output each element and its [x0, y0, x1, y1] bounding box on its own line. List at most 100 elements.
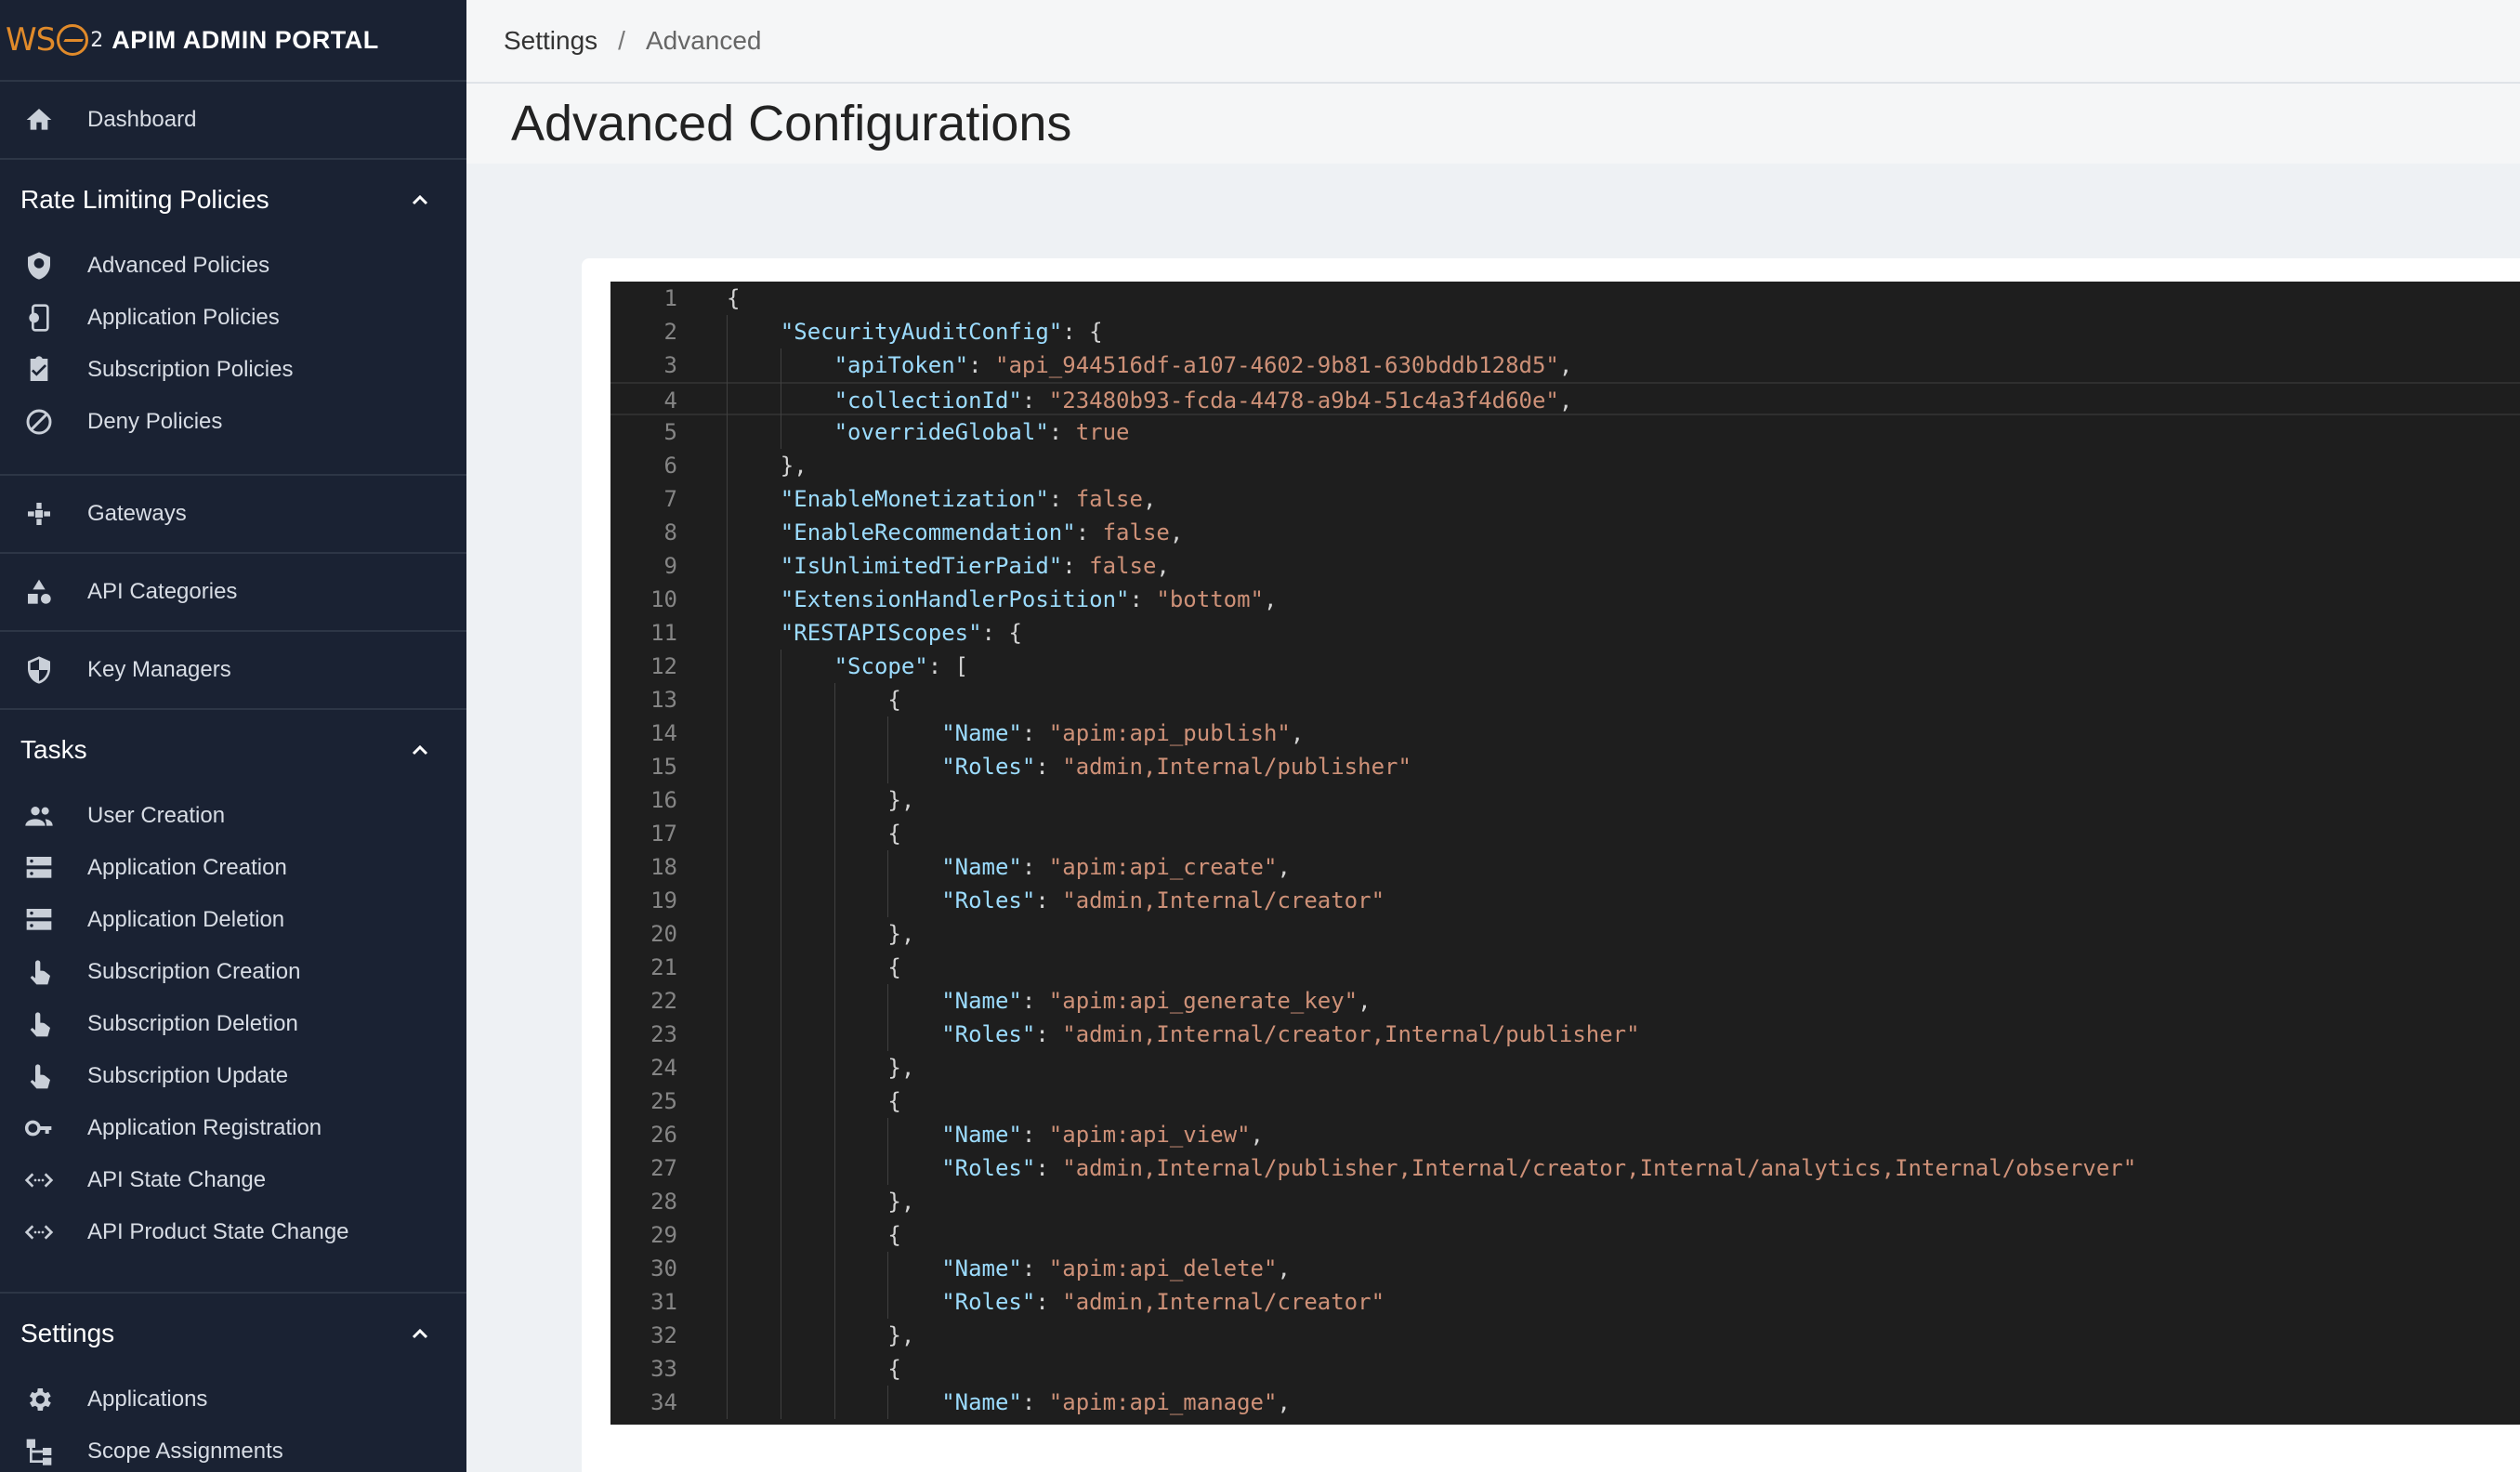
sidebar-item-scope-assignments[interactable]: Scope Assignments [0, 1426, 466, 1472]
touch-icon [20, 953, 58, 991]
code-line: 12 "Scope": [ [610, 650, 2520, 683]
block-icon [20, 403, 58, 440]
sidebar-item-subscription-policies[interactable]: Subscription Policies [0, 344, 466, 396]
code-line: 15 "Roles": "admin,Internal/publisher" [610, 750, 2520, 783]
code-line: 27 "Roles": "admin,Internal/publisher,In… [610, 1151, 2520, 1185]
code-arrows-icon [20, 1162, 58, 1199]
line-number: 18 [650, 854, 677, 880]
touch-icon [20, 1005, 58, 1043]
section-settings[interactable]: Settings [0, 1294, 466, 1373]
code-line: 9 "IsUnlimitedTierPaid": false, [610, 549, 2520, 583]
line-number: 4 [663, 388, 677, 414]
sidebar-item-application-registration[interactable]: Application Registration [0, 1102, 466, 1154]
line-number: 14 [650, 720, 677, 746]
line-number: 6 [663, 453, 677, 479]
code-arrows-icon [20, 1214, 58, 1251]
line-number: 29 [650, 1222, 677, 1248]
code-text: "EnableMonetization": false, [780, 486, 1157, 512]
sidebar-item-label: Subscription Deletion [87, 1011, 298, 1036]
sidebar-item-applications[interactable]: Applications [0, 1373, 466, 1426]
code-text: { [887, 1222, 901, 1248]
code-line: 13 { [610, 683, 2520, 716]
sidebar-item-gateways[interactable]: Gateways [0, 476, 466, 554]
code-text: "Name": "apim:api_create", [941, 854, 1291, 880]
code-line: 7 "EnableMonetization": false, [610, 482, 2520, 516]
sidebar-item-dashboard[interactable]: Dashboard [0, 82, 466, 160]
line-number: 24 [650, 1055, 677, 1081]
line-number: 3 [663, 352, 677, 378]
code-line: 10 "ExtensionHandlerPosition": "bottom", [610, 583, 2520, 616]
sidebar-item-api-categories[interactable]: API Categories [0, 554, 466, 632]
title-bar: Advanced Configurations [466, 84, 2520, 164]
sidebar-item-label: Applications [87, 1387, 208, 1412]
shield-key-icon [20, 651, 58, 689]
sidebar-item-api-state-change[interactable]: API State Change [0, 1154, 466, 1206]
line-number: 28 [650, 1189, 677, 1215]
code-line: 1{ [610, 282, 2520, 315]
section-tasks[interactable]: Tasks [0, 710, 466, 790]
code-text: }, [887, 787, 915, 813]
code-line: 11 "RESTAPIScopes": { [610, 616, 2520, 650]
sidebar-item-application-creation[interactable]: Application Creation [0, 842, 466, 894]
code-text: "Name": "apim:api_publish", [941, 720, 1305, 746]
line-number: 31 [650, 1289, 677, 1315]
line-number: 19 [650, 887, 677, 913]
code-line: 14 "Name": "apim:api_publish", [610, 716, 2520, 750]
sidebar-item-label: Subscription Creation [87, 959, 301, 984]
code-text: "Roles": "admin,Internal/publisher" [941, 754, 1411, 780]
sidebar-item-subscription-creation[interactable]: Subscription Creation [0, 946, 466, 998]
sidebar-item-subscription-deletion[interactable]: Subscription Deletion [0, 998, 466, 1050]
line-number: 11 [650, 620, 677, 646]
code-line: 25 { [610, 1084, 2520, 1118]
code-line: 22 "Name": "apim:api_generate_key", [610, 984, 2520, 1018]
line-number: 21 [650, 954, 677, 980]
section-rate-limiting-policies[interactable]: Rate Limiting Policies [0, 160, 466, 240]
code-line: 17 { [610, 817, 2520, 850]
code-line: 6 }, [610, 449, 2520, 482]
clipboard-check-icon [20, 351, 58, 388]
indent-guide [887, 984, 889, 1051]
sidebar-item-subscription-update[interactable]: Subscription Update [0, 1050, 466, 1102]
brand[interactable]: WS 2 APIM ADMIN PORTAL [0, 0, 466, 82]
code-text: "Name": "apim:api_manage", [941, 1389, 1291, 1415]
sidebar-item-label: Application Registration [87, 1115, 322, 1140]
sidebar-item-label: API Categories [87, 579, 238, 604]
sidebar-item-deny-policies[interactable]: Deny Policies [0, 396, 466, 448]
sidebar-item-key-managers[interactable]: Key Managers [0, 632, 466, 710]
sidebar-item-user-creation[interactable]: User Creation [0, 790, 466, 842]
sidebar-item-label: API State Change [87, 1167, 267, 1192]
page-title: Advanced Configurations [511, 96, 1072, 151]
line-number: 2 [663, 319, 677, 345]
sidebar-item-label: Advanced Policies [87, 253, 270, 278]
code-text: { [887, 821, 901, 847]
code-text: { [887, 1356, 901, 1382]
section-title: Rate Limiting Policies [20, 185, 269, 214]
line-number: 16 [650, 787, 677, 813]
code-line: 8 "EnableRecommendation": false, [610, 516, 2520, 549]
line-number: 33 [650, 1356, 677, 1382]
sidebar-item-label: Key Managers [87, 657, 231, 682]
line-number: 26 [650, 1122, 677, 1148]
sidebar-item-advanced-policies[interactable]: Advanced Policies [0, 240, 466, 292]
code-text: }, [887, 1189, 915, 1215]
sidebar-item-application-deletion[interactable]: Application Deletion [0, 894, 466, 946]
json-code-editor[interactable]: 1{2 "SecurityAuditConfig": {3 "apiToken"… [610, 282, 2520, 1425]
sidebar-item-label: Subscription Policies [87, 357, 294, 382]
code-line: 29 { [610, 1218, 2520, 1252]
sidebar-item-application-policies[interactable]: Application Policies [0, 292, 466, 344]
breadcrumb-settings-link[interactable]: Settings [504, 26, 597, 56]
indent-guide [727, 315, 728, 1419]
code-text: "Name": "apim:api_view", [941, 1122, 1264, 1148]
sidebar-item-api-product-state-change[interactable]: API Product State Change [0, 1206, 466, 1258]
tree-icon [20, 1433, 58, 1470]
code-text: "Roles": "admin,Internal/publisher,Inter… [941, 1155, 2137, 1181]
breadcrumb-separator: / [618, 26, 625, 55]
sidebar-item-label: Application Deletion [87, 907, 285, 932]
sidebar-item-label: API Product State Change [87, 1219, 349, 1244]
gear-icon [20, 1381, 58, 1418]
wso2-logo: WS 2 [6, 21, 103, 59]
line-number: 22 [650, 988, 677, 1014]
code-text: "Name": "apim:api_generate_key", [941, 988, 1372, 1014]
category-icon [20, 573, 58, 611]
chevron-up-icon [409, 739, 431, 761]
